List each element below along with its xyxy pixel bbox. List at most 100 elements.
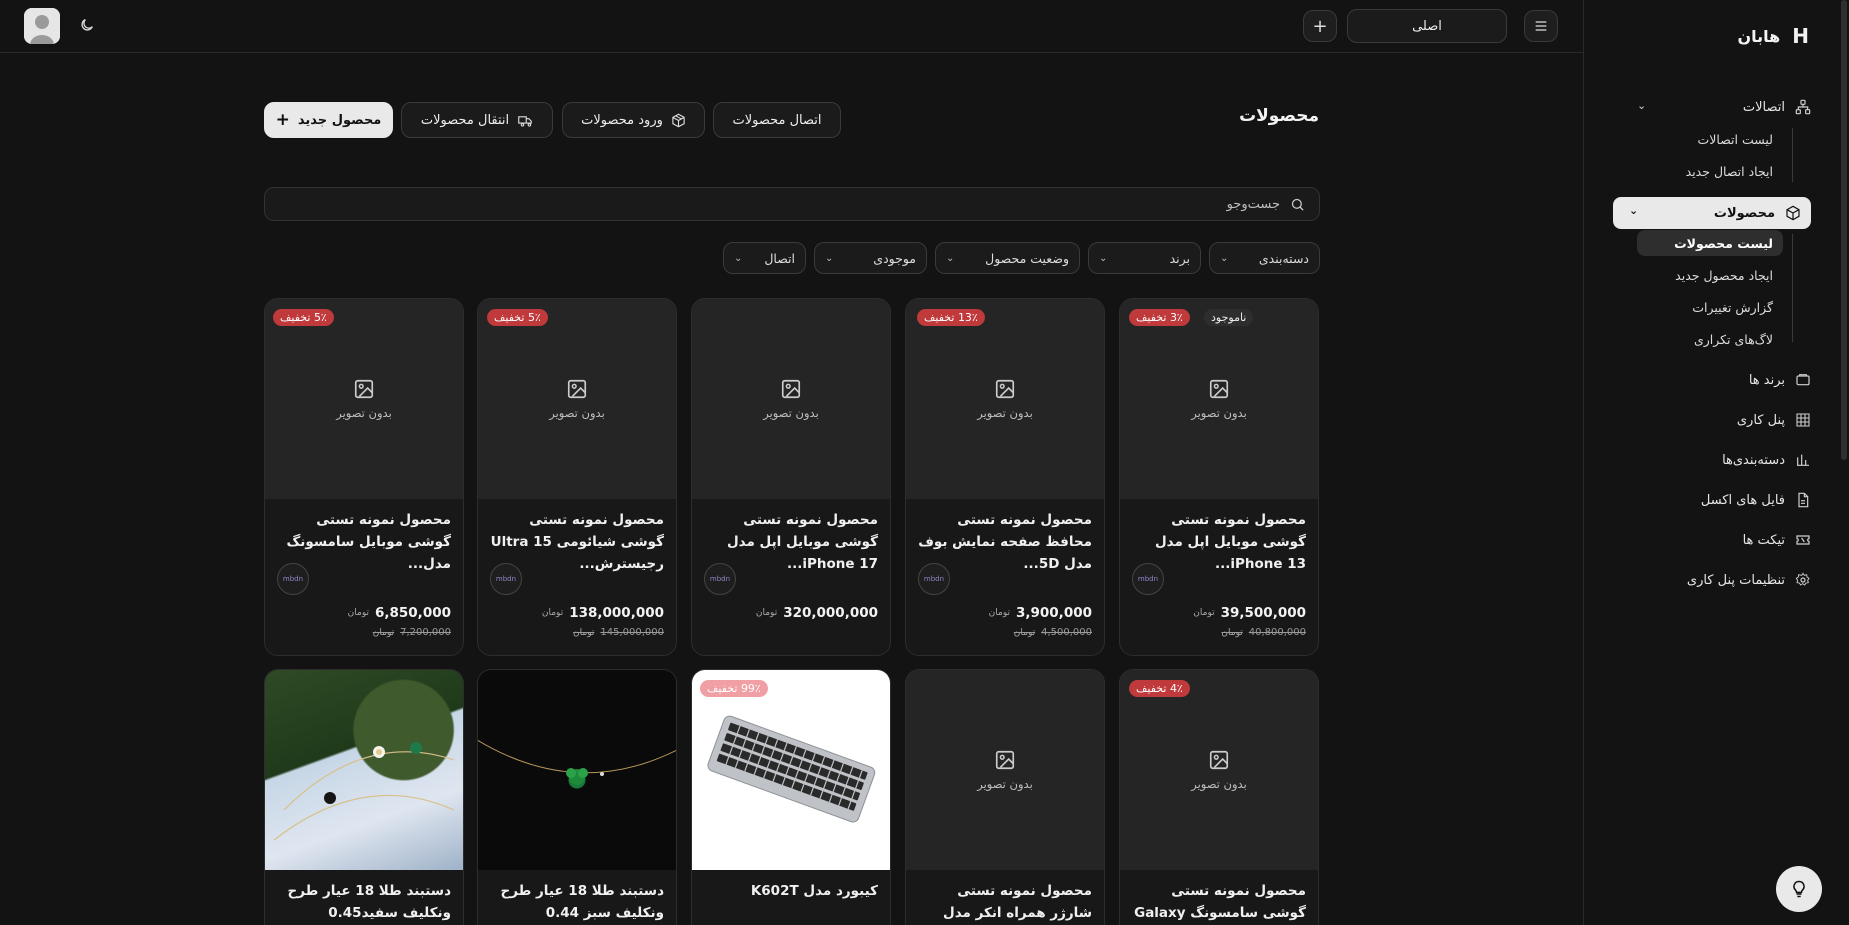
branch-select[interactable]: اصلی — [1347, 9, 1507, 43]
chevron-down-icon: ⌄ — [946, 252, 955, 264]
lightbulb-icon — [1793, 880, 1805, 898]
theme-toggle-button[interactable] — [76, 14, 98, 36]
sub-item-connections-list[interactable]: لیست اتصالات — [1635, 126, 1783, 152]
sidebar-item-categories[interactable]: دسته‌بندی‌ها — [1621, 445, 1821, 475]
button-label: اتصال محصولات — [732, 112, 822, 128]
file-icon — [1795, 492, 1811, 508]
no-image-label: بدون تصویر — [977, 406, 1033, 420]
product-card[interactable]: بدون تصویر 5٪ تخفیف محصول نمونه تستی گوش… — [264, 298, 464, 656]
product-card[interactable]: بدون تصویر محصول نمونه تستی شارژر همراه … — [905, 669, 1105, 925]
keyboard-photo — [707, 715, 876, 823]
chevron-down-icon: ⌄ — [1220, 252, 1229, 264]
product-price: 320,000,000 تومان — [756, 605, 878, 621]
sidebar-item-settings[interactable]: تنظیمات پنل کاری — [1621, 565, 1821, 595]
image-icon — [354, 379, 374, 399]
discount-badge: 5٪ تخفیف — [487, 309, 548, 326]
filter-category[interactable]: دسته‌بندی ⌄ — [1209, 242, 1320, 274]
discount-badge: 5٪ تخفیف — [273, 309, 334, 326]
filter-stock[interactable]: موجودی ⌄ — [814, 242, 927, 274]
product-title: محصول نمونه تستی شارژر همراه انکر مدل A1… — [943, 883, 1092, 921]
submenu-line — [1792, 128, 1793, 182]
sub-item-products-list[interactable]: لیست محصولات — [1637, 230, 1783, 256]
submenu-line — [1792, 234, 1793, 342]
page-title: محصولات — [1239, 106, 1319, 126]
brand-name: هابان — [1737, 26, 1781, 46]
import-products-button[interactable]: ورود محصولات — [562, 102, 705, 138]
sub-item-duplicate-logs[interactable]: لاگ‌های تکراری — [1635, 326, 1783, 352]
sidebar-item-label: پنل کاری — [1736, 412, 1785, 428]
old-price-value: 4,500,000 — [1041, 627, 1092, 638]
sidebar-item-label: دسته‌بندی‌ها — [1722, 452, 1785, 468]
sidebar-item-products[interactable]: محصولات ⌄ — [1613, 197, 1811, 229]
box-icon — [1785, 205, 1801, 221]
product-card[interactable]: 99٪ تخفیف کیبورد مدل K602T — [691, 669, 891, 925]
sidebar-item-excel-files[interactable]: فایل های اکسل — [1621, 485, 1821, 515]
chevron-down-icon: ⌄ — [1629, 204, 1639, 217]
product-image-placeholder: بدون تصویر — [478, 299, 676, 499]
top-bar: + اصلی — [0, 0, 1583, 53]
image-icon — [995, 379, 1015, 399]
filter-label: موجودی — [873, 250, 916, 266]
chevron-down-icon: ⌄ — [1637, 99, 1647, 112]
price-value: 3,900,000 — [1015, 605, 1092, 621]
no-image-label: بدون تصویر — [1191, 777, 1247, 791]
product-image-placeholder: بدون تصویر — [1120, 299, 1318, 499]
filter-label: برند — [1169, 250, 1190, 266]
old-price-value: 40,800,000 — [1248, 627, 1306, 638]
avatar[interactable] — [24, 8, 60, 44]
no-image-label: بدون تصویر — [549, 406, 605, 420]
sidebar-item-connections[interactable]: اتصالات ⌄ — [1621, 92, 1821, 122]
product-image-placeholder: بدون تصویر — [692, 299, 890, 499]
sub-item-new-connection[interactable]: ایجاد اتصال جدید — [1635, 158, 1783, 184]
sidebar-item-tickets[interactable]: تیکت ها — [1621, 525, 1821, 555]
sub-item-new-product[interactable]: ایجاد محصول جدید — [1635, 262, 1783, 288]
brand-logo: mbdn — [490, 563, 522, 595]
currency-icon: تومان — [541, 608, 564, 618]
product-price: 39,500,000 تومان — [1193, 605, 1306, 621]
sidebar-item-label: محصولات — [1713, 205, 1775, 221]
sub-item-change-report[interactable]: گزارش تغییرات — [1635, 294, 1783, 320]
transfer-products-button[interactable]: انتقال محصولات — [401, 102, 553, 138]
user-avatar-icon — [24, 8, 60, 44]
product-old-price: 40,800,000 تومان — [1221, 627, 1306, 638]
filter-product-status[interactable]: وضعیت محصول ⌄ — [935, 242, 1080, 274]
sidebar-scrollbar[interactable] — [1841, 0, 1847, 460]
add-button[interactable]: + — [1303, 10, 1337, 42]
product-price: 6,850,000 تومان — [348, 605, 451, 621]
search-input[interactable] — [378, 195, 1282, 213]
sidebar-item-workspace[interactable]: پنل کاری — [1621, 405, 1821, 435]
price-value: 138,000,000 — [569, 605, 664, 621]
product-card[interactable]: بدون تصویر 3٪ تخفیف ناموجود محصول نمونه … — [1119, 298, 1319, 656]
brand-logo: mbdn — [704, 563, 736, 595]
ticket-icon — [1795, 532, 1811, 548]
discount-badge: 4٪ تخفیف — [1129, 680, 1190, 697]
menu-button[interactable] — [1524, 10, 1558, 42]
product-card[interactable]: دستبند طلا 18 عیار طرح ونکلیف سبز 0.44 — [477, 669, 677, 925]
product-title: کیبورد مدل K602T — [750, 883, 878, 899]
product-card[interactable]: بدون تصویر 4٪ تخفیف محصول نمونه تستی گوش… — [1119, 669, 1319, 925]
filter-label: دسته‌بندی — [1258, 250, 1309, 266]
sidebar-item-label: فایل های اکسل — [1700, 492, 1785, 508]
product-card[interactable]: بدون تصویر 5٪ تخفیف محصول نمونه تستی گوش… — [477, 298, 677, 656]
sidebar-item-label: اتصالات — [1742, 99, 1785, 115]
chart-icon — [1795, 452, 1811, 468]
help-button[interactable] — [1776, 866, 1822, 912]
brand[interactable]: H هابان — [1737, 24, 1809, 48]
product-image — [692, 670, 890, 870]
sidebar: H هابان اتصالات ⌄ لیست اتصالات ایجاد اتص… — [1583, 0, 1849, 925]
product-old-price: 4,500,000 تومان — [1014, 627, 1092, 638]
new-product-button[interactable]: محصول جدید + — [264, 102, 393, 138]
sidebar-item-label: برند ها — [1748, 372, 1785, 388]
grid-icon — [1795, 412, 1811, 428]
price-value: 320,000,000 — [783, 605, 878, 621]
product-title: محصول نمونه تستی گوشی سامسونگ Galaxy Z F… — [1134, 883, 1306, 921]
filter-connection[interactable]: اتصال ⌄ — [723, 242, 806, 274]
sidebar-item-brands[interactable]: برند ها — [1621, 365, 1821, 395]
filter-label: وضعیت محصول — [985, 250, 1069, 266]
product-card[interactable]: بدون تصویر 13٪ تخفیف محصول نمونه تستی مح… — [905, 298, 1105, 656]
product-card[interactable]: دستبند طلا 18 عیار طرح ونکلیف سفید0.45 — [264, 669, 464, 925]
filter-brand[interactable]: برند ⌄ — [1088, 242, 1201, 274]
search-box — [264, 187, 1320, 221]
product-card[interactable]: بدون تصویر محصول نمونه تستی گوشی موبایل … — [691, 298, 891, 656]
connect-products-button[interactable]: اتصال محصولات — [713, 102, 841, 138]
